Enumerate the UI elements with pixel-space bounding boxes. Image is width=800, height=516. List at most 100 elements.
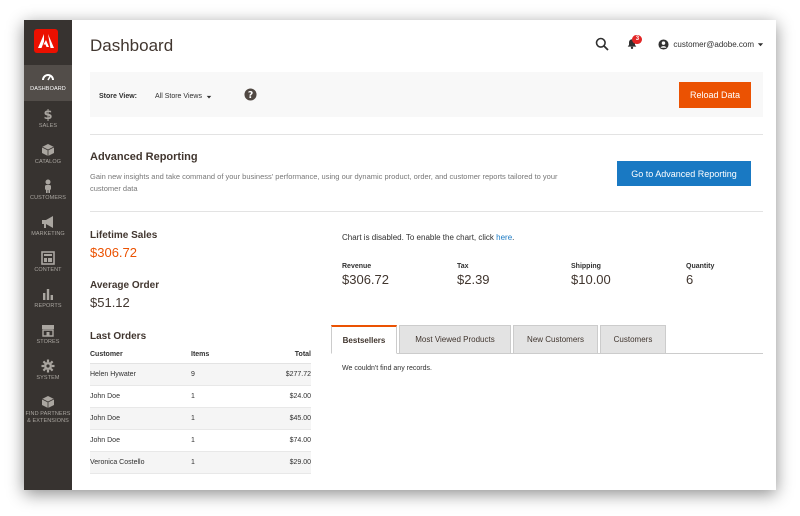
sidebar-item-dashboard[interactable]: Dashboard <box>24 65 72 101</box>
svg-text:?: ? <box>248 90 253 101</box>
cell-total: $74.00 <box>261 429 311 452</box>
store-view-select[interactable]: All Store Views <box>155 91 212 102</box>
notifications-button[interactable]: 3 <box>626 35 643 51</box>
last-orders-table: Customer Items Total Helen Hywater 9 $27… <box>90 347 311 474</box>
sidebar-item-label: Catalog <box>34 159 62 165</box>
last-orders-title: Last Orders <box>90 331 147 342</box>
lifetime-sales-value: $306.72 <box>90 245 137 260</box>
dollar-icon: $ <box>41 107 55 121</box>
reload-data-button[interactable]: Reload Data <box>679 82 751 108</box>
total-label: Shipping <box>571 263 601 270</box>
total-value: 6 <box>686 272 694 287</box>
cell-items: 1 <box>191 451 261 474</box>
total-value: $2.39 <box>457 272 490 287</box>
chart-note-text: Chart is disabled. To enable the chart, … <box>342 233 497 242</box>
cell-customer: John Doe <box>90 385 191 408</box>
tab-most-viewed-products[interactable]: Most Viewed Products <box>399 325 511 354</box>
sidebar: Dashboard $ Sales Catalog Customers Mark… <box>24 20 72 490</box>
search-icon[interactable] <box>595 37 610 51</box>
sidebar-item-label: Find Partners & Extensions <box>25 411 71 424</box>
advanced-reporting-title: Advanced Reporting <box>90 151 198 163</box>
gear-icon <box>41 359 55 373</box>
go-to-advanced-reporting-button[interactable]: Go to Advanced Reporting <box>617 161 751 186</box>
divider <box>90 211 763 212</box>
help-icon[interactable]: ? <box>244 88 257 101</box>
sidebar-item-catalog[interactable]: Catalog <box>24 138 72 174</box>
cell-customer: Helen Hywater <box>90 363 191 386</box>
cell-customer: John Doe <box>90 429 191 452</box>
table-row[interactable]: Veronica Costello 1 $29.00 <box>90 451 311 474</box>
sidebar-item-sales[interactable]: $ Sales <box>24 102 72 138</box>
cell-items: 1 <box>191 407 261 430</box>
cell-total: $45.00 <box>261 407 311 430</box>
report-tabs: Bestsellers Most Viewed Products New Cus… <box>331 325 763 354</box>
notification-badge: 3 <box>632 35 643 44</box>
tab-new-customers[interactable]: New Customers <box>513 325 598 354</box>
sidebar-item-label: Marketing <box>31 231 65 237</box>
adobe-logo-icon <box>38 34 54 48</box>
layout-icon <box>41 251 55 265</box>
account-email: customer@adobe.com <box>673 39 754 49</box>
svg-text:$: $ <box>43 108 52 121</box>
cell-customer: Veronica Costello <box>90 451 191 474</box>
cell-total: $29.00 <box>261 451 311 474</box>
user-icon <box>658 38 669 50</box>
sidebar-item-reports[interactable]: Reports <box>24 282 72 318</box>
sidebar-item-label: Sales <box>38 123 58 129</box>
cube-icon <box>41 395 55 409</box>
table-row[interactable]: John Doe 1 $74.00 <box>90 429 311 452</box>
chevron-down-icon <box>757 42 764 46</box>
cell-items: 1 <box>191 429 261 452</box>
sidebar-item-label: Stores <box>36 339 60 345</box>
tab-empty-message: We couldn't find any records. <box>342 365 432 372</box>
table-header-row: Customer Items Total <box>90 347 311 364</box>
table-row[interactable]: John Doe 1 $45.00 <box>90 407 311 430</box>
totals-summary: Revenue $306.72 Tax $2.39 Shipping $10.0… <box>342 263 762 293</box>
sidebar-item-label: Customers <box>30 195 66 201</box>
box-icon <box>41 143 55 157</box>
total-label: Tax <box>457 263 469 270</box>
sidebar-item-content[interactable]: Content <box>24 246 72 282</box>
average-order-value: $51.12 <box>90 295 130 310</box>
average-order-label: Average Order <box>90 280 160 291</box>
column-header-total: Total <box>261 347 311 364</box>
chevron-down-icon <box>206 95 212 98</box>
cell-items: 1 <box>191 385 261 408</box>
column-header-items: Items <box>191 347 261 364</box>
sidebar-item-customers[interactable]: Customers <box>24 174 72 210</box>
cell-total: $24.00 <box>261 385 311 408</box>
adobe-logo[interactable] <box>34 29 58 53</box>
page-title: Dashboard <box>90 36 174 55</box>
tab-customers[interactable]: Customers <box>600 325 666 354</box>
sidebar-item-system[interactable]: System <box>24 354 72 390</box>
account-menu[interactable]: customer@adobe.com <box>658 38 764 50</box>
total-shipping: Shipping $10.00 <box>571 263 611 287</box>
total-revenue: Revenue $306.72 <box>342 263 389 287</box>
total-label: Revenue <box>342 263 372 270</box>
tab-bestsellers[interactable]: Bestsellers <box>331 325 397 354</box>
store-switcher-bar: Store View: All Store Views ? Reload Dat… <box>90 72 763 117</box>
total-value: $10.00 <box>571 272 611 287</box>
table-row[interactable]: Helen Hywater 9 $277.72 <box>90 363 311 386</box>
store-view-value: All Store Views <box>155 93 202 100</box>
dashboard-icon <box>41 70 55 84</box>
enable-chart-link[interactable]: here <box>496 233 512 242</box>
total-label: Quantity <box>686 263 715 270</box>
sidebar-item-label: Reports <box>34 303 62 309</box>
cell-total: $277.72 <box>261 363 311 386</box>
sidebar-item-partners[interactable]: Find Partners & Extensions <box>24 390 72 434</box>
chart-disabled-note: Chart is disabled. To enable the chart, … <box>342 233 514 242</box>
table-row[interactable]: John Doe 1 $24.00 <box>90 385 311 408</box>
bar-chart-icon <box>41 287 55 301</box>
chart-note-suffix: . <box>512 233 515 242</box>
sidebar-item-stores[interactable]: Stores <box>24 318 72 354</box>
column-header-customer: Customer <box>90 347 191 364</box>
cell-items: 9 <box>191 363 261 386</box>
megaphone-icon <box>41 215 55 229</box>
lifetime-sales-label: Lifetime Sales <box>90 230 158 241</box>
total-tax: Tax $2.39 <box>457 263 490 287</box>
admin-window: Dashboard $ Sales Catalog Customers Mark… <box>24 20 776 490</box>
sidebar-item-marketing[interactable]: Marketing <box>24 210 72 246</box>
header-actions: 3 customer@adobe.com <box>595 35 764 51</box>
store-view-label: Store View: <box>99 93 137 100</box>
